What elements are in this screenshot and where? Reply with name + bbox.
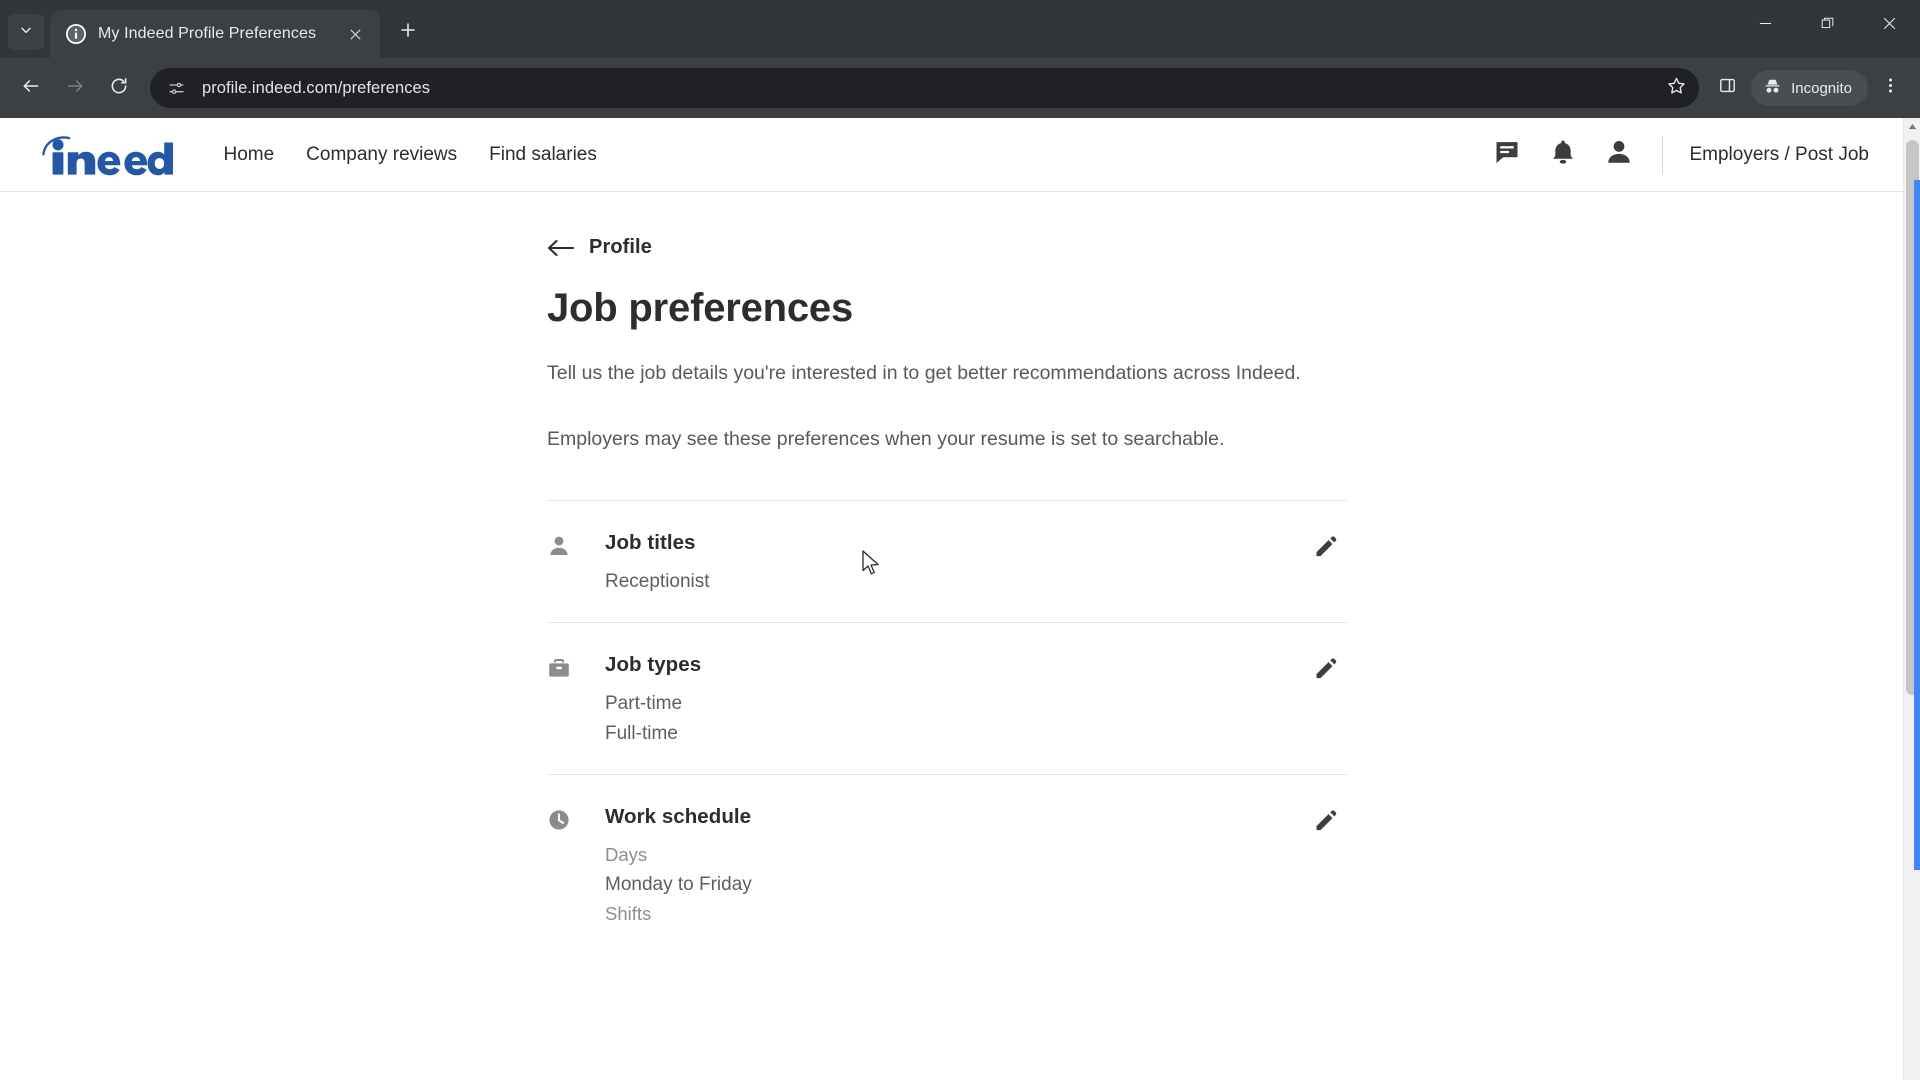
page-scrollbar[interactable] [1903, 118, 1920, 1080]
preference-heading: Job titles [605, 530, 696, 554]
reload-icon [109, 76, 129, 101]
incognito-hat-icon [1763, 77, 1782, 100]
back-label: Profile [589, 236, 652, 258]
header-divider [1662, 135, 1664, 174]
browser-tab[interactable]: My Indeed Profile Preferences [50, 10, 380, 58]
site-navigation: Home Company reviews Find salaries [207, 136, 612, 174]
page-settings-icon[interactable] [164, 76, 188, 100]
chevron-down-icon [19, 23, 33, 42]
incognito-label: Incognito [1791, 79, 1852, 97]
preference-sublabel: Shifts [605, 902, 652, 924]
preference-body: Work schedule Days Monday to Friday Shif… [605, 805, 1303, 928]
pencil-icon [1313, 656, 1338, 686]
toolbar-right-actions: Incognito [1707, 68, 1908, 108]
minimize-button[interactable] [1734, 0, 1796, 52]
edit-job-titles-button[interactable] [1303, 527, 1347, 571]
edit-job-types-button[interactable] [1303, 649, 1347, 693]
briefcase-icon [547, 653, 605, 748]
url-text: profile.indeed.com/preferences [202, 78, 431, 97]
scroll-up-button[interactable] [1904, 118, 1920, 135]
preference-value: Monday to Friday [605, 874, 752, 896]
three-dots-vertical-icon [1888, 76, 1893, 100]
nav-item-home[interactable]: Home [207, 136, 290, 174]
left-arrow-icon [547, 237, 575, 259]
preference-value: Part-time [605, 693, 683, 715]
notifications-bell-icon [1549, 138, 1577, 171]
notice-text: Employers may see these preferences when… [547, 428, 1225, 451]
star-icon [1667, 76, 1686, 100]
browser-toolbar: profile.indeed.com/preferences Incognito [0, 58, 1920, 118]
nav-item-company-reviews[interactable]: Company reviews [290, 136, 473, 174]
pencil-icon [1313, 808, 1338, 838]
browser-window: My Indeed Profile Preferences profile.in… [0, 0, 1920, 1080]
main-content: Profile Job preferences Tell us the job … [0, 192, 1903, 955]
restore-icon [1820, 16, 1835, 36]
clock-icon [547, 805, 605, 928]
side-panel-button[interactable] [1707, 68, 1747, 108]
maximize-button[interactable] [1796, 0, 1858, 52]
window-controls [1734, 0, 1920, 52]
account-button[interactable] [1602, 138, 1636, 172]
page-viewport: Home Company reviews Find salaries Emplo… [0, 118, 1920, 1080]
back-arrow-icon [21, 76, 41, 101]
focus-edge-highlight [1914, 180, 1920, 870]
close-window-button[interactable] [1858, 0, 1920, 52]
messages-icon [1493, 138, 1521, 171]
preference-body: Job titles Receptionist [605, 531, 1303, 597]
forward-button[interactable] [56, 69, 94, 107]
tab-search-button[interactable] [8, 14, 44, 50]
preference-row-job-types[interactable]: Job types Part-time Full-time [547, 623, 1347, 774]
notifications-button[interactable] [1546, 138, 1580, 172]
reload-button[interactable] [100, 69, 138, 107]
pencil-icon [1313, 534, 1338, 564]
side-panel-icon [1718, 76, 1737, 100]
preference-body: Job types Part-time Full-time [605, 653, 1303, 748]
preference-heading: Job types [605, 653, 702, 677]
plus-icon [399, 21, 417, 44]
close-icon [1882, 16, 1897, 36]
bookmark-button[interactable] [1659, 71, 1693, 105]
preference-sublabel: Days [605, 844, 648, 866]
indeed-logo[interactable] [38, 134, 174, 176]
nav-item-find-salaries[interactable]: Find salaries [473, 136, 613, 174]
minimize-icon [1758, 16, 1773, 36]
browser-menu-button[interactable] [1872, 68, 1908, 108]
new-tab-button[interactable] [390, 14, 426, 50]
preference-row-work-schedule[interactable]: Work schedule Days Monday to Friday Shif… [547, 775, 1347, 954]
page-title: Job preferences [547, 286, 854, 330]
employers-post-job-link[interactable]: Employers / Post Job [1689, 144, 1873, 166]
incognito-indicator[interactable]: Incognito [1751, 70, 1868, 106]
address-bar[interactable]: profile.indeed.com/preferences [150, 68, 1700, 108]
forward-arrow-icon [65, 76, 85, 101]
preference-value: Receptionist [605, 570, 710, 592]
tab-close-button[interactable] [342, 21, 368, 47]
preference-heading: Work schedule [605, 805, 752, 829]
messages-button[interactable] [1490, 138, 1524, 172]
page-content: Home Company reviews Find salaries Emplo… [0, 118, 1903, 1080]
account-avatar-icon [1605, 138, 1633, 171]
back-button[interactable] [12, 69, 50, 107]
site-header: Home Company reviews Find salaries Emplo… [0, 118, 1903, 192]
edit-work-schedule-button[interactable] [1303, 801, 1347, 845]
preference-row-job-titles[interactable]: Job titles Receptionist [547, 501, 1347, 623]
intro-text: Tell us the job details you're intereste… [547, 362, 1301, 384]
info-circle-icon [66, 24, 86, 44]
content-container: Profile Job preferences Tell us the job … [547, 236, 1347, 955]
tab-title: My Indeed Profile Preferences [98, 25, 317, 42]
tab-strip: My Indeed Profile Preferences [0, 0, 1920, 58]
person-icon [547, 531, 605, 597]
header-icon-group [1490, 138, 1636, 172]
preference-value: Full-time [605, 722, 678, 744]
back-to-profile-link[interactable]: Profile [547, 236, 1347, 259]
